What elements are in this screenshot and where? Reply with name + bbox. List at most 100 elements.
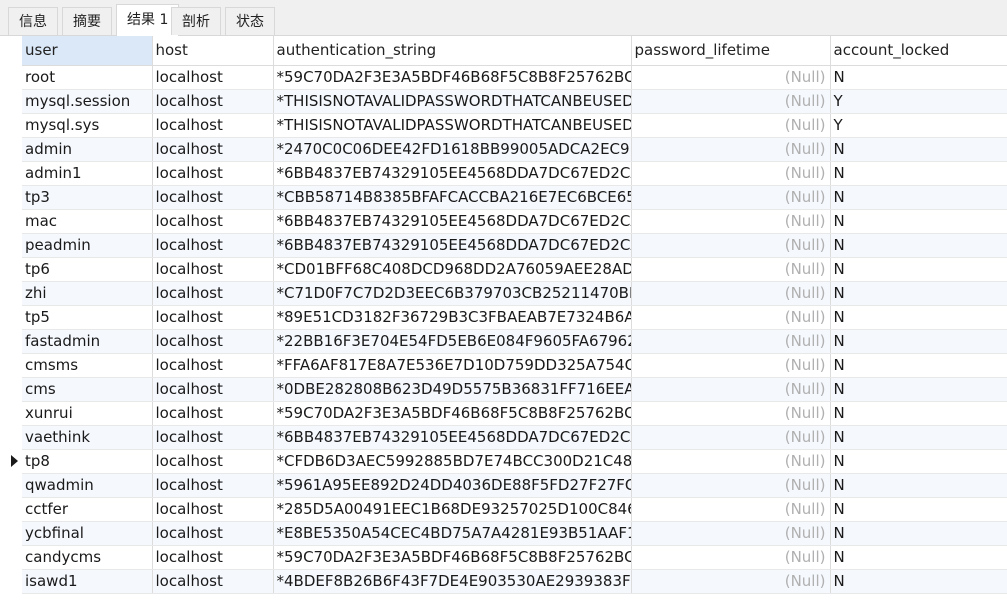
cell-account-locked[interactable]: N <box>830 425 1007 450</box>
cell-authentication-string[interactable]: *6BB4837EB74329105EE4568DDA7DC67ED2CA2A <box>273 233 632 258</box>
cell-password-lifetime[interactable]: (Null) <box>631 161 831 186</box>
cell-password-lifetime[interactable]: (Null) <box>631 185 831 210</box>
cell-user[interactable]: cms <box>22 377 153 402</box>
column-header-authentication-string[interactable]: authentication_string <box>273 36 632 66</box>
cell-user[interactable]: admin <box>22 137 153 162</box>
cell-host[interactable]: localhost <box>152 449 274 474</box>
cell-host[interactable]: localhost <box>152 473 274 498</box>
tab-status[interactable]: 状态 <box>225 7 275 35</box>
cell-authentication-string[interactable]: *4BDEF8B26B6F43F7DE4E903530AE2939383FC63 <box>273 569 632 594</box>
cell-password-lifetime[interactable]: (Null) <box>631 305 831 330</box>
cell-host[interactable]: localhost <box>152 137 274 162</box>
cell-password-lifetime[interactable]: (Null) <box>631 449 831 474</box>
cell-host[interactable]: localhost <box>152 329 274 354</box>
table-row[interactable]: qwadmin localhost *5961A95EE892D24DD4036DE… <box>22 473 1007 498</box>
cell-authentication-string[interactable]: *0DBE282808B623D49D5575B36831FF716EEABA <box>273 377 632 402</box>
cell-authentication-string[interactable]: *FFA6AF817E8A7E536E7D10D759DD325A754C59 <box>273 353 632 378</box>
table-row[interactable]: ycbfinal localhost *E8BE5350A54CEC4BD75A7A… <box>22 521 1007 546</box>
result-grid[interactable]: user host authentication_string password… <box>22 36 1007 612</box>
cell-account-locked[interactable]: N <box>830 569 1007 594</box>
cell-password-lifetime[interactable]: (Null) <box>631 401 831 426</box>
table-row[interactable]: xunrui localhost *59C70DA2F3E3A5BDF46B68F5… <box>22 401 1007 426</box>
cell-password-lifetime[interactable]: (Null) <box>631 281 831 306</box>
cell-account-locked[interactable]: N <box>830 377 1007 402</box>
cell-authentication-string[interactable]: *89E51CD3182F36729B3C3FBAEAB7E7324B6AA3 <box>273 305 632 330</box>
cell-account-locked[interactable]: N <box>830 449 1007 474</box>
cell-user[interactable]: mysql.session <box>22 89 153 114</box>
cell-password-lifetime[interactable]: (Null) <box>631 473 831 498</box>
column-header-host[interactable]: host <box>152 36 274 66</box>
cell-account-locked[interactable]: N <box>830 353 1007 378</box>
tab-summary[interactable]: 摘要 <box>62 7 112 35</box>
cell-host[interactable]: localhost <box>152 497 274 522</box>
cell-host[interactable]: localhost <box>152 113 274 138</box>
cell-user[interactable]: ycbfinal <box>22 521 153 546</box>
cell-password-lifetime[interactable]: (Null) <box>631 65 831 90</box>
cell-authentication-string[interactable]: *6BB4837EB74329105EE4568DDA7DC67ED2CA2A <box>273 161 632 186</box>
cell-host[interactable]: localhost <box>152 353 274 378</box>
cell-authentication-string[interactable]: *2470C0C06DEE42FD1618BB99005ADCA2EC9D1I <box>273 137 632 162</box>
table-row[interactable]: tp5 localhost *89E51CD3182F36729B3C3FBAEAB… <box>22 305 1007 330</box>
cell-authentication-string[interactable]: *285D5A00491EEC1B68DE93257025D100C84658 <box>273 497 632 522</box>
cell-host[interactable]: localhost <box>152 281 274 306</box>
cell-account-locked[interactable]: N <box>830 281 1007 306</box>
cell-account-locked[interactable]: N <box>830 329 1007 354</box>
table-row[interactable]: vaethink localhost *6BB4837EB74329105EE456… <box>22 425 1007 450</box>
tab-profile[interactable]: 剖析 <box>171 7 221 35</box>
cell-user[interactable]: tp8 <box>22 449 153 474</box>
cell-password-lifetime[interactable]: (Null) <box>631 377 831 402</box>
table-row[interactable]: isawd1 localhost *4BDEF8B26B6F43F7DE4E9035… <box>22 569 1007 594</box>
cell-password-lifetime[interactable]: (Null) <box>631 113 831 138</box>
cell-account-locked[interactable]: N <box>830 137 1007 162</box>
cell-password-lifetime[interactable]: (Null) <box>631 329 831 354</box>
table-row[interactable]: mysql.sys localhost *THISISNOTAVALIDPASSWO… <box>22 113 1007 138</box>
cell-password-lifetime[interactable]: (Null) <box>631 233 831 258</box>
column-header-user[interactable]: user <box>22 36 153 66</box>
cell-account-locked[interactable]: N <box>830 185 1007 210</box>
cell-authentication-string[interactable]: *THISISNOTAVALIDPASSWORDTHATCANBEUSED <box>273 89 632 114</box>
table-row[interactable]: cmsms localhost *FFA6AF817E8A7E536E7D10D75… <box>22 353 1007 378</box>
cell-host[interactable]: localhost <box>152 545 274 570</box>
column-header-account-locked[interactable]: account_locked <box>830 36 1007 66</box>
cell-user[interactable]: mac <box>22 209 153 234</box>
cell-user[interactable]: peadmin <box>22 233 153 258</box>
cell-account-locked[interactable]: N <box>830 65 1007 90</box>
cell-authentication-string[interactable]: *CD01BFF68C408DCD968DD2A76059AEE28AD9E <box>273 257 632 282</box>
table-row[interactable]: tp6 localhost *CD01BFF68C408DCD968DD2A7605… <box>22 257 1007 282</box>
cell-user[interactable]: isawd1 <box>22 569 153 594</box>
table-row[interactable]: root localhost *59C70DA2F3E3A5BDF46B68F5C8… <box>22 65 1007 90</box>
table-row[interactable]: candycms localhost *59C70DA2F3E3A5BDF46B68… <box>22 545 1007 570</box>
cell-password-lifetime[interactable]: (Null) <box>631 545 831 570</box>
cell-authentication-string[interactable]: *THISISNOTAVALIDPASSWORDTHATCANBEUSED <box>273 113 632 138</box>
cell-user[interactable]: cctfer <box>22 497 153 522</box>
cell-password-lifetime[interactable]: (Null) <box>631 209 831 234</box>
cell-user[interactable]: xunrui <box>22 401 153 426</box>
cell-authentication-string[interactable]: *CFDB6D3AEC5992885BD7E74BCC300D21C487C <box>273 449 632 474</box>
cell-account-locked[interactable]: N <box>830 233 1007 258</box>
cell-host[interactable]: localhost <box>152 569 274 594</box>
cell-authentication-string[interactable]: *6BB4837EB74329105EE4568DDA7DC67ED2CA2A <box>273 209 632 234</box>
cell-user[interactable]: fastadmin <box>22 329 153 354</box>
cell-host[interactable]: localhost <box>152 185 274 210</box>
cell-user[interactable]: root <box>22 65 153 90</box>
cell-host[interactable]: localhost <box>152 305 274 330</box>
cell-password-lifetime[interactable]: (Null) <box>631 257 831 282</box>
cell-password-lifetime[interactable]: (Null) <box>631 425 831 450</box>
cell-host[interactable]: localhost <box>152 401 274 426</box>
table-row[interactable]: cctfer localhost *285D5A00491EEC1B68DE9325… <box>22 497 1007 522</box>
cell-password-lifetime[interactable]: (Null) <box>631 497 831 522</box>
cell-user[interactable]: zhi <box>22 281 153 306</box>
cell-password-lifetime[interactable]: (Null) <box>631 137 831 162</box>
cell-authentication-string[interactable]: *59C70DA2F3E3A5BDF46B68F5C8B8F25762BCCE <box>273 401 632 426</box>
cell-account-locked[interactable]: N <box>830 209 1007 234</box>
cell-account-locked[interactable]: Y <box>830 113 1007 138</box>
table-row[interactable]: zhi localhost *C71D0F7C7D2D3EEC6B379703CB2… <box>22 281 1007 306</box>
cell-host[interactable]: localhost <box>152 257 274 282</box>
cell-authentication-string[interactable]: *22BB16F3E704E54FD5EB6E084F9605FA6796202 <box>273 329 632 354</box>
cell-authentication-string[interactable]: *5961A95EE892D24DD4036DE88F5FD27F27FCD6 <box>273 473 632 498</box>
cell-authentication-string[interactable]: *CBB58714B8385BFAFCACCBA216E7EC6BCE650A <box>273 185 632 210</box>
cell-host[interactable]: localhost <box>152 233 274 258</box>
cell-user[interactable]: cmsms <box>22 353 153 378</box>
tab-result-1[interactable]: 结果 1 <box>116 4 180 36</box>
cell-account-locked[interactable]: N <box>830 521 1007 546</box>
